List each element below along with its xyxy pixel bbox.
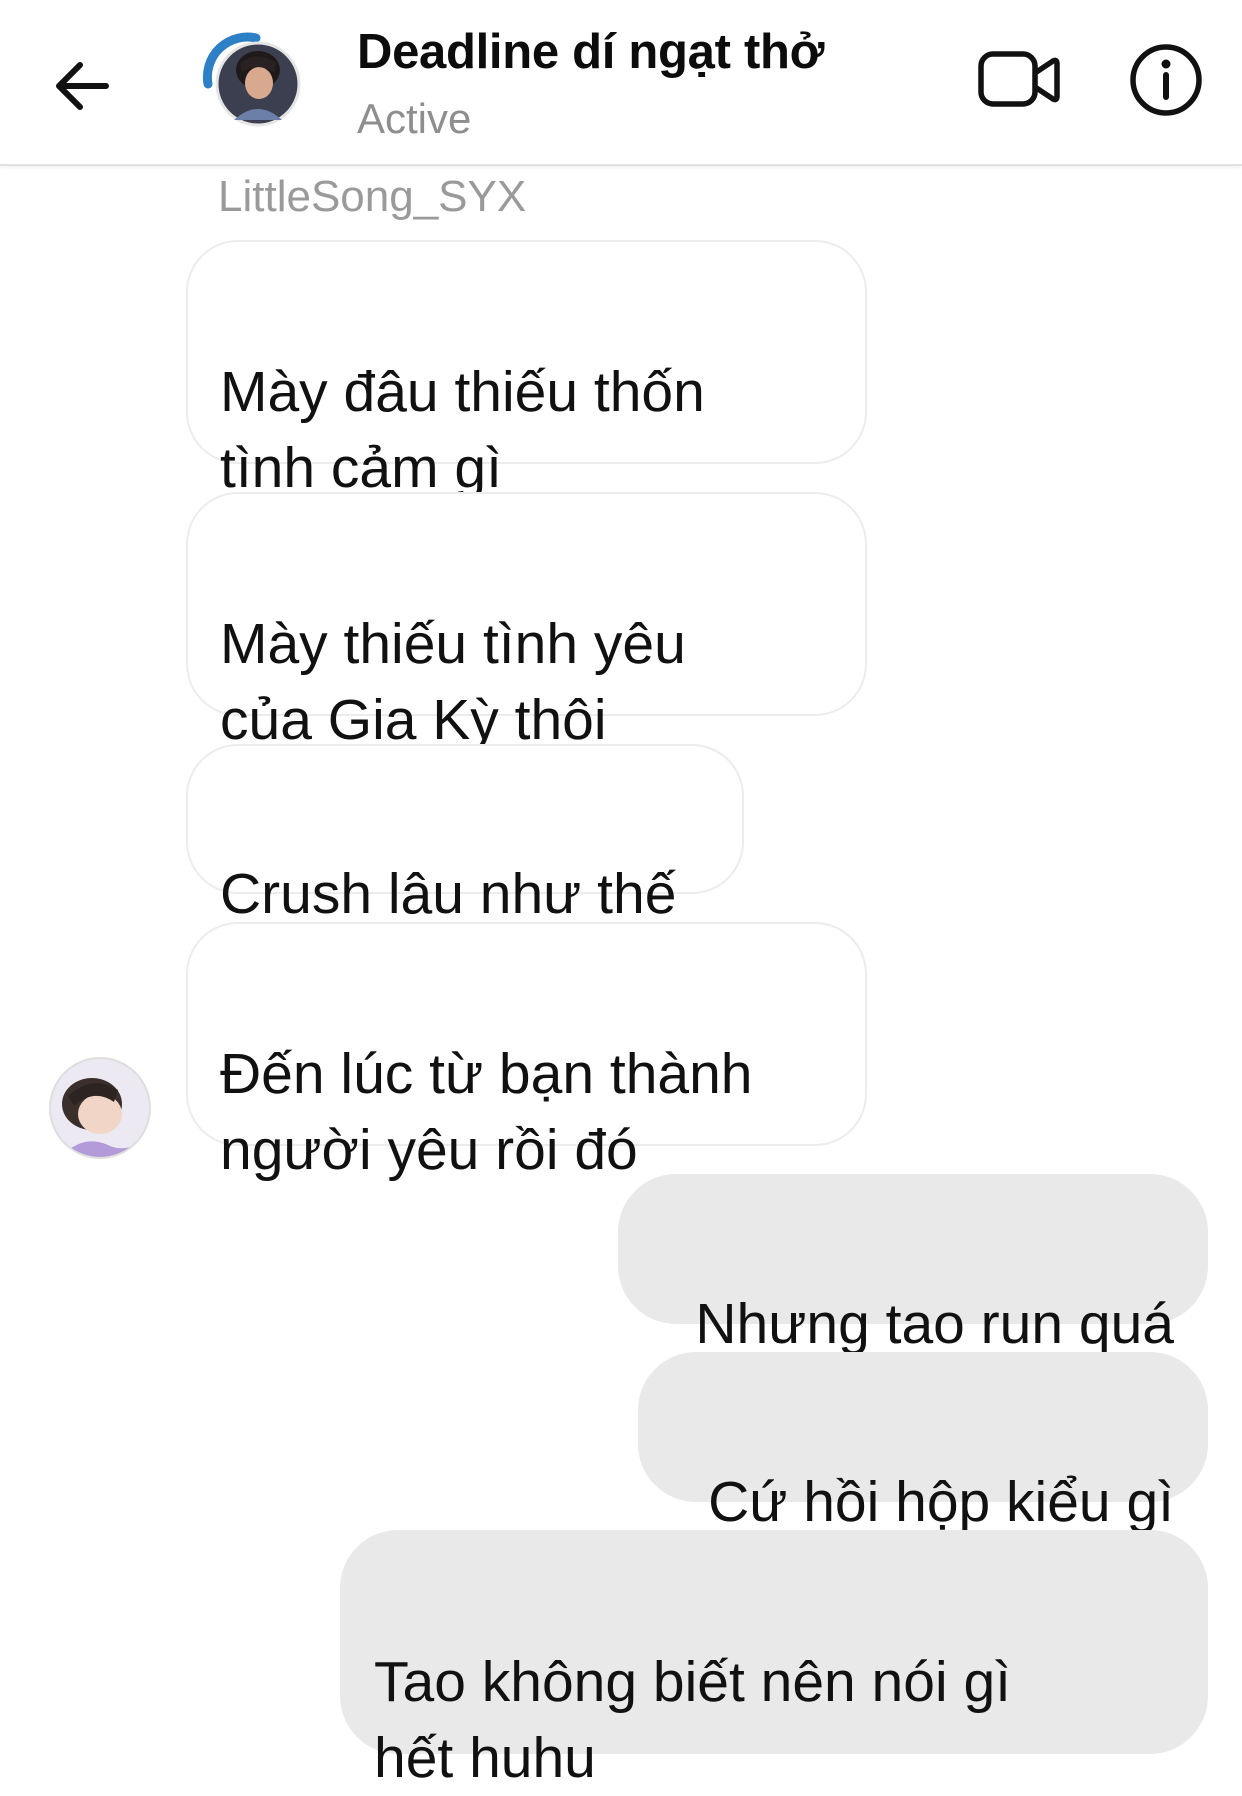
sender-name: LittleSong_SYX <box>218 172 527 221</box>
video-call-icon <box>978 51 1060 107</box>
contact-avatar[interactable] <box>198 28 306 130</box>
incoming-message[interactable]: Đến lúc từ bạn thành người yêu rồi đó <box>186 922 867 1182</box>
incoming-message[interactable]: Mày đâu thiếu thốn tình cảm gì <box>186 240 867 500</box>
message-text: Mày thiếu tình yêu của Gia Kỳ thôi <box>220 612 686 752</box>
chat-status: Active <box>357 95 472 142</box>
message-text: Mày đâu thiếu thốn tình cảm gì <box>220 360 705 500</box>
info-button[interactable] <box>1128 42 1204 118</box>
outgoing-message[interactable]: Nhưng tao run quá <box>618 1174 1208 1356</box>
back-button[interactable] <box>44 48 120 124</box>
message-text: Nhưng tao run quá <box>695 1292 1174 1356</box>
message-text: Đến lúc từ bạn thành người yêu rồi đó <box>220 1042 753 1182</box>
info-icon <box>1130 44 1202 116</box>
video-call-button[interactable] <box>976 44 1062 116</box>
message-text: Tao không biết nên nói gì hết huhu <box>374 1650 1011 1790</box>
incoming-message[interactable]: Mày thiếu tình yêu của Gia Kỳ thôi <box>186 492 867 829</box>
back-arrow-icon <box>56 62 109 110</box>
message-text: Crush lâu như thế <box>220 862 677 926</box>
outgoing-message[interactable]: Tao không biết nên nói gì hết huhu <box>340 1530 1208 1790</box>
chat-header: Deadline dí ngạt thở Active <box>0 0 1242 166</box>
chat-title: Deadline dí ngạt thở <box>357 25 825 79</box>
message-text: Cứ hồi hộp kiểu gì <box>708 1470 1174 1534</box>
sender-avatar[interactable] <box>48 1056 152 1160</box>
outgoing-message[interactable]: Cứ hồi hộp kiểu gì <box>638 1352 1208 1534</box>
incoming-message[interactable]: Crush lâu như thế <box>186 744 744 926</box>
